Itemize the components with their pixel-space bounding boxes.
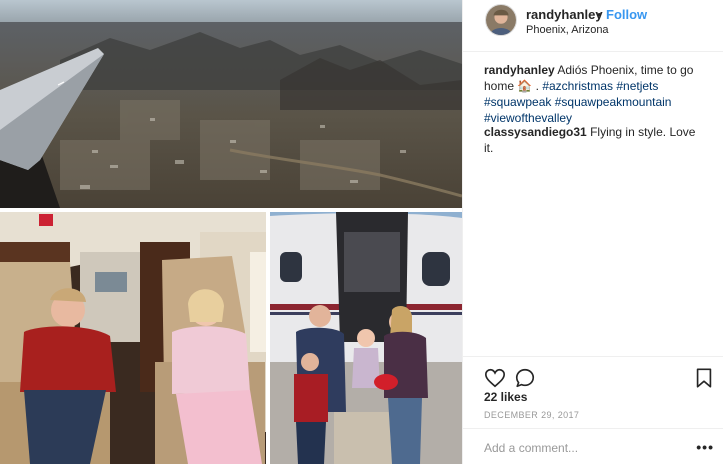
- hashtag-link[interactable]: #netjets: [616, 79, 658, 93]
- aerial-city-photo: [0, 0, 462, 208]
- caption-username[interactable]: randyhanley: [484, 63, 555, 77]
- comment-bubble-icon[interactable]: [514, 367, 536, 389]
- comment-username[interactable]: classysandiego31: [484, 125, 587, 139]
- post-photo-collage[interactable]: [0, 0, 462, 464]
- hashtag-link[interactable]: #azchristmas: [542, 79, 613, 93]
- jet-cabin-photo: [0, 212, 266, 464]
- avatar[interactable]: [485, 4, 517, 36]
- likes-count[interactable]: 22 likes: [484, 390, 527, 404]
- add-comment-bar: •••: [463, 428, 723, 464]
- more-options-icon[interactable]: •••: [696, 439, 714, 455]
- post-header: randyhanley • Follow Phoenix, Arizona: [463, 0, 723, 52]
- hashtag-link[interactable]: #squawpeakmountain: [555, 95, 672, 109]
- heart-icon[interactable]: [484, 367, 506, 389]
- separator-dot: •: [597, 7, 602, 22]
- add-comment-input[interactable]: [484, 441, 674, 455]
- username-link[interactable]: randyhanley: [526, 7, 603, 22]
- hashtag-link[interactable]: #squawpeak: [484, 95, 551, 109]
- bookmark-icon[interactable]: [693, 367, 715, 389]
- location-link[interactable]: Phoenix, Arizona: [526, 24, 609, 36]
- post-caption: randyhanley Adiós Phoenix, time to go ho…: [484, 62, 706, 126]
- family-plane-photo: [270, 212, 462, 464]
- action-bar: [463, 356, 723, 388]
- comment-item: classysandiego31 Flying in style. Love i…: [484, 124, 706, 156]
- post-details-panel: randyhanley • Follow Phoenix, Arizona ra…: [462, 0, 723, 464]
- follow-button[interactable]: Follow: [606, 7, 647, 22]
- hashtag-link[interactable]: #viewofthevalley: [484, 111, 572, 125]
- post-date: DECEMBER 29, 2017: [484, 410, 580, 420]
